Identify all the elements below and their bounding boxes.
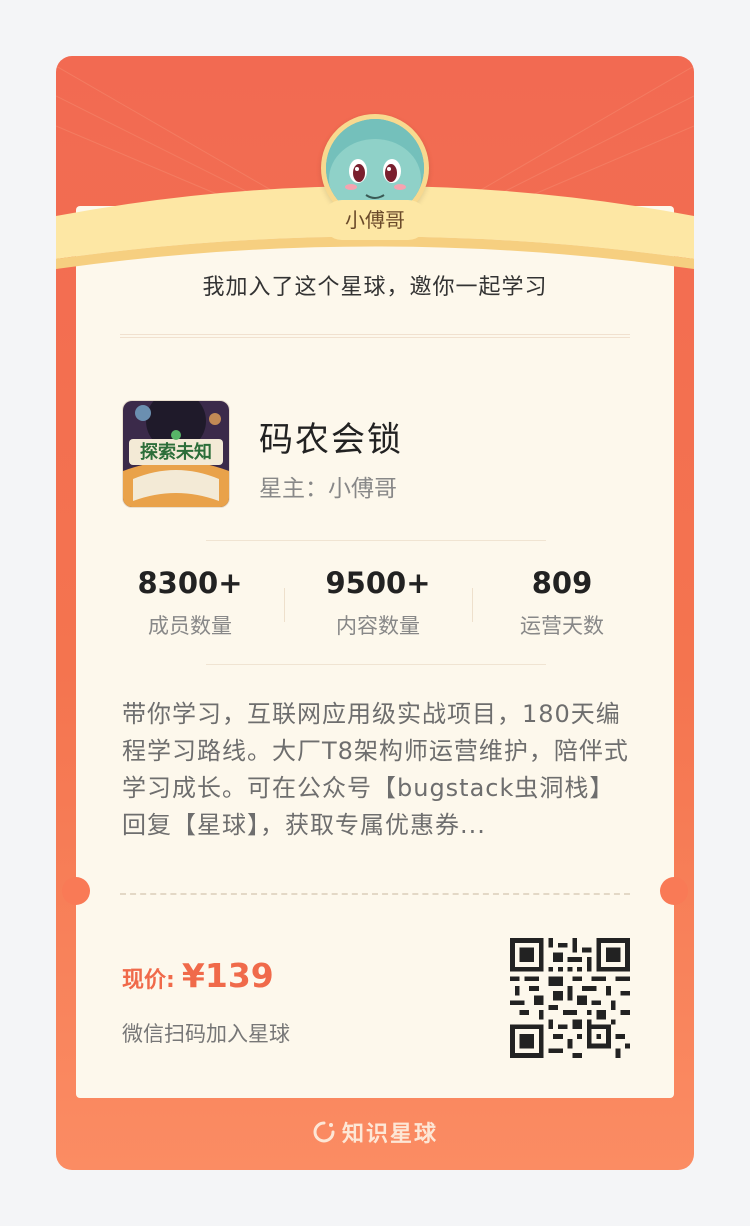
stat-label: 内容数量: [336, 614, 420, 638]
footer-brand: 知识星球: [56, 1116, 694, 1150]
planet-ring-icon: [312, 1120, 336, 1150]
stat-label: 运营天数: [520, 614, 604, 638]
stat-value: 9500+: [325, 566, 431, 600]
stat-separator: [284, 588, 285, 622]
owner-name-badge: 小傅哥: [322, 200, 428, 240]
invite-message: 我加入了这个星球，邀你一起学习: [202, 275, 548, 300]
stat-value: 809: [531, 566, 593, 600]
brand-name: 知识星球: [341, 1122, 438, 1147]
ticket-notch-left: [62, 877, 90, 905]
group-description: 带你学习，互联网应用级实战项目，180天编程学习路线。大厂T8架构师运营维护，陪…: [122, 700, 629, 839]
stat-days: 809 运营天数: [472, 566, 652, 640]
stat-contents: 9500+ 内容数量: [288, 566, 468, 640]
stat-value: 8300+: [137, 566, 243, 600]
qr-code[interactable]: [510, 938, 630, 1058]
group-name[interactable]: 码农会锁: [259, 412, 403, 461]
stats-divider-top: [206, 540, 546, 541]
price-value: ¥139: [181, 956, 274, 995]
dashed-divider: [120, 893, 630, 895]
stats-divider-bottom: [206, 664, 546, 665]
invite-card: 小傅哥 我加入了这个星球，邀你一起学习 探索未知 码农会锁 星主：小傅哥 830…: [56, 56, 694, 1170]
price: 现价: ¥139: [122, 956, 274, 995]
price-label: 现价:: [122, 968, 175, 993]
stat-label: 成员数量: [148, 614, 232, 638]
stat-members: 8300+ 成员数量: [100, 566, 280, 640]
group-cover-image[interactable]: 探索未知: [122, 400, 230, 508]
qr-hint: 微信扫码加入星球: [122, 1022, 290, 1046]
header-divider: [120, 334, 630, 338]
cover-text: 探索未知: [140, 441, 212, 463]
group-owner: 星主：小傅哥: [259, 476, 397, 502]
ticket-notch-right: [660, 877, 688, 905]
